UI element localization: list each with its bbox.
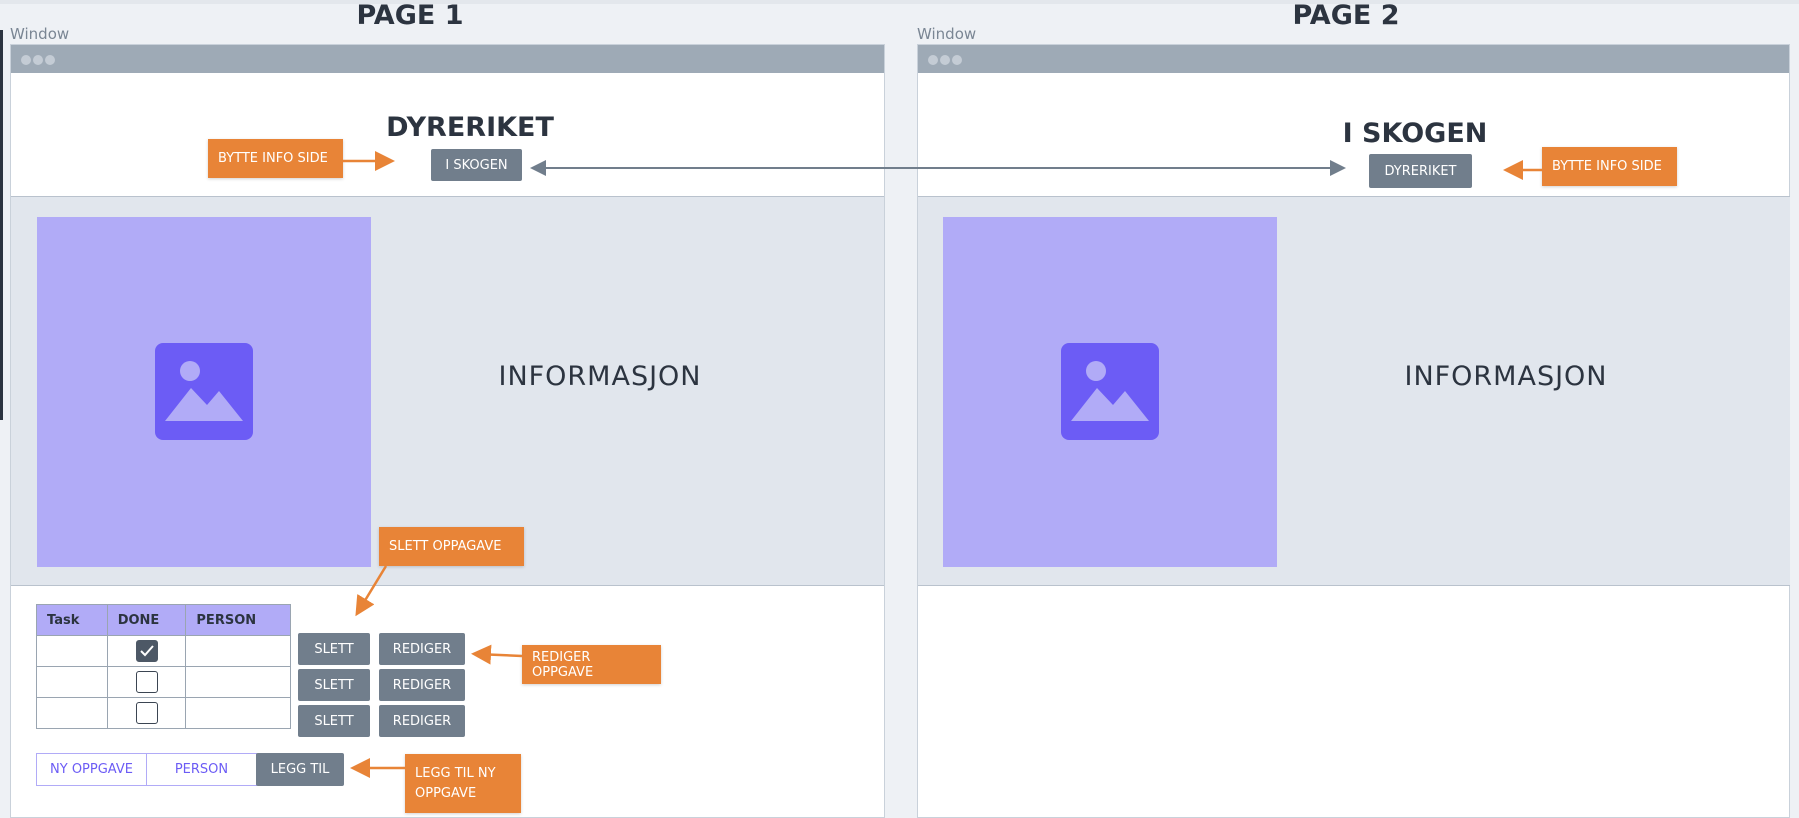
arrow-edit-task — [471, 644, 523, 665]
arrow-delete-task — [355, 565, 388, 617]
annotation-arrows — [343, 151, 1542, 778]
